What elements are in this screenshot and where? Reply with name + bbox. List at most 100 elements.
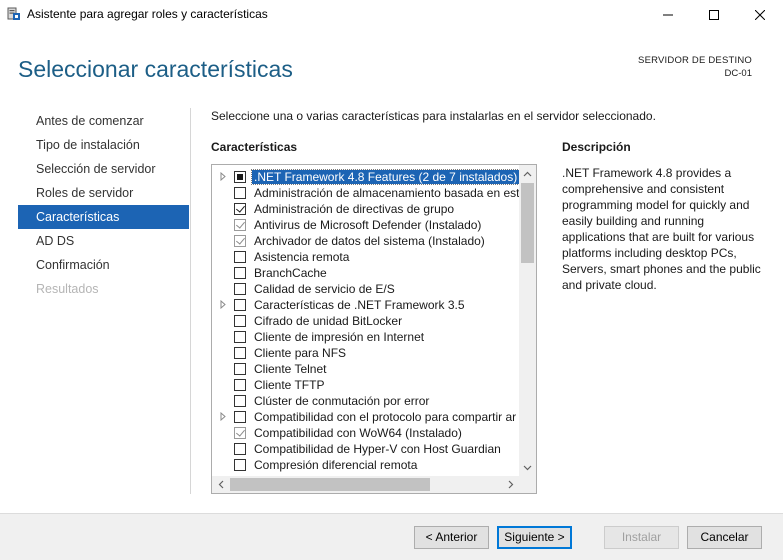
feature-label[interactable]: Características de .NET Framework 3.5 [254, 298, 465, 312]
feature-checkbox[interactable] [234, 251, 246, 263]
horizontal-scroll-thumb[interactable] [230, 478, 430, 491]
feature-label[interactable]: Compatibilidad con WoW64 (Instalado) [254, 426, 462, 440]
nav-item-antes-de-comenzar[interactable]: Antes de comenzar [18, 109, 189, 133]
expand-arrow-icon[interactable] [220, 411, 229, 422]
feature-label[interactable]: BranchCache [254, 266, 327, 280]
expand-arrow-icon[interactable] [220, 299, 229, 310]
intro-text: Seleccione una o varias características … [211, 109, 656, 123]
feature-checkbox[interactable] [234, 299, 246, 311]
feature-label[interactable]: Cliente TFTP [254, 378, 324, 392]
feature-row[interactable]: Cliente de impresión en Internet [212, 329, 519, 345]
cancel-button[interactable]: Cancelar [687, 526, 762, 549]
feature-checkbox[interactable] [234, 315, 246, 327]
expand-arrow-icon[interactable] [220, 171, 229, 182]
feature-label[interactable]: Cifrado de unidad BitLocker [254, 314, 402, 328]
scroll-left-button[interactable] [212, 476, 229, 493]
vertical-scrollbar[interactable] [519, 165, 536, 476]
scroll-down-button[interactable] [519, 459, 536, 476]
feature-checkbox[interactable] [234, 443, 246, 455]
feature-checkbox[interactable] [234, 203, 246, 215]
vertical-scroll-thumb[interactable] [521, 183, 534, 263]
feature-checkbox[interactable] [234, 219, 246, 231]
feature-checkbox[interactable] [234, 331, 246, 343]
features-tree[interactable]: .NET Framework 4.8 Features (2 de 7 inst… [211, 164, 537, 494]
nav-item-ad-ds[interactable]: AD DS [18, 229, 189, 253]
chevron-down-icon [523, 465, 532, 470]
feature-checkbox[interactable] [234, 411, 246, 423]
feature-label[interactable]: Administración de directivas de grupo [254, 202, 454, 216]
feature-row[interactable]: Asistencia remota [212, 249, 519, 265]
close-icon [755, 9, 765, 20]
scroll-up-button[interactable] [519, 165, 536, 182]
feature-label[interactable]: Antivirus de Microsoft Defender (Instala… [254, 218, 481, 232]
feature-label[interactable]: Cliente de impresión en Internet [254, 330, 424, 344]
feature-row[interactable]: Cliente TFTP [212, 377, 519, 393]
next-button[interactable]: Siguiente > [497, 526, 572, 549]
feature-label[interactable]: Cliente Telnet [254, 362, 327, 376]
feature-row[interactable]: Cifrado de unidad BitLocker [212, 313, 519, 329]
feature-label[interactable]: Compresión diferencial remota [254, 458, 417, 472]
feature-checkbox[interactable] [234, 363, 246, 375]
close-button[interactable] [737, 0, 783, 29]
feature-label[interactable]: Archivador de datos del sistema (Instala… [254, 234, 485, 248]
feature-checkbox[interactable] [234, 171, 246, 183]
nav-divider [190, 108, 191, 494]
destination-server-value: DC-01 [724, 68, 752, 79]
chevron-left-icon [218, 480, 223, 489]
feature-row[interactable]: Cliente Telnet [212, 361, 519, 377]
feature-label[interactable]: Calidad de servicio de E/S [254, 282, 395, 296]
back-button[interactable]: < Anterior [414, 526, 489, 549]
nav-item-tipo-de-instalacion[interactable]: Tipo de instalación [18, 133, 189, 157]
feature-row[interactable]: BranchCache [212, 265, 519, 281]
feature-row[interactable]: Compatibilidad con WoW64 (Instalado) [212, 425, 519, 441]
description-text: .NET Framework 4.8 provides a comprehens… [562, 166, 761, 292]
feature-label[interactable]: Cliente para NFS [254, 346, 346, 360]
features-heading: Características [211, 140, 298, 154]
maximize-icon [709, 9, 719, 20]
feature-checkbox[interactable] [234, 283, 246, 295]
feature-row[interactable]: Antivirus de Microsoft Defender (Instala… [212, 217, 519, 233]
feature-checkbox[interactable] [234, 187, 246, 199]
feature-label[interactable]: Compatibilidad con el protocolo para com… [254, 410, 516, 424]
destination-server-label: SERVIDOR DE DESTINO [638, 55, 752, 66]
feature-row[interactable]: Archivador de datos del sistema (Instala… [212, 233, 519, 249]
feature-row[interactable]: Administración de directivas de grupo [212, 201, 519, 217]
window-title: Asistente para agregar roles y caracterí… [27, 7, 268, 21]
minimize-icon [663, 14, 673, 15]
feature-label[interactable]: Asistencia remota [254, 250, 349, 264]
feature-checkbox[interactable] [234, 235, 246, 247]
feature-label[interactable]: Compatibilidad de Hyper-V con Host Guard… [254, 442, 501, 456]
scroll-right-button[interactable] [502, 476, 519, 493]
horizontal-scrollbar[interactable] [212, 476, 519, 493]
feature-label[interactable]: .NET Framework 4.8 Features (2 de 7 inst… [250, 169, 519, 185]
nav-item-caracteristicas[interactable]: Características [18, 205, 189, 229]
feature-row[interactable]: Clúster de conmutación por error [212, 393, 519, 409]
page-header: Seleccionar características SERVIDOR DE … [0, 29, 783, 99]
maximize-button[interactable] [691, 0, 737, 29]
wizard-navigation: Antes de comenzar Tipo de instalación Se… [18, 109, 189, 301]
feature-checkbox[interactable] [234, 427, 246, 439]
feature-checkbox[interactable] [234, 395, 246, 407]
chevron-up-icon [523, 171, 532, 176]
nav-item-confirmacion[interactable]: Confirmación [18, 253, 189, 277]
feature-label[interactable]: Administración de almacenamiento basada … [254, 186, 519, 200]
feature-row[interactable]: Características de .NET Framework 3.5 [212, 297, 519, 313]
feature-checkbox[interactable] [234, 459, 246, 471]
server-manager-icon [7, 7, 20, 20]
feature-row[interactable]: Calidad de servicio de E/S [212, 281, 519, 297]
nav-item-seleccion-de-servidor[interactable]: Selección de servidor [18, 157, 189, 181]
install-button: Instalar [604, 526, 679, 549]
nav-item-roles-de-servidor[interactable]: Roles de servidor [18, 181, 189, 205]
page-title: Seleccionar características [18, 56, 293, 82]
minimize-button[interactable] [645, 0, 691, 29]
feature-label[interactable]: Clúster de conmutación por error [254, 394, 429, 408]
feature-checkbox[interactable] [234, 267, 246, 279]
feature-row[interactable]: Compatibilidad de Hyper-V con Host Guard… [212, 441, 519, 457]
feature-row[interactable]: Compresión diferencial remota [212, 457, 519, 473]
feature-row[interactable]: Compatibilidad con el protocolo para com… [212, 409, 519, 425]
feature-row[interactable]: Administración de almacenamiento basada … [212, 185, 519, 201]
feature-row[interactable]: Cliente para NFS [212, 345, 519, 361]
feature-checkbox[interactable] [234, 379, 246, 391]
feature-checkbox[interactable] [234, 347, 246, 359]
feature-row[interactable]: .NET Framework 4.8 Features (2 de 7 inst… [212, 169, 519, 185]
